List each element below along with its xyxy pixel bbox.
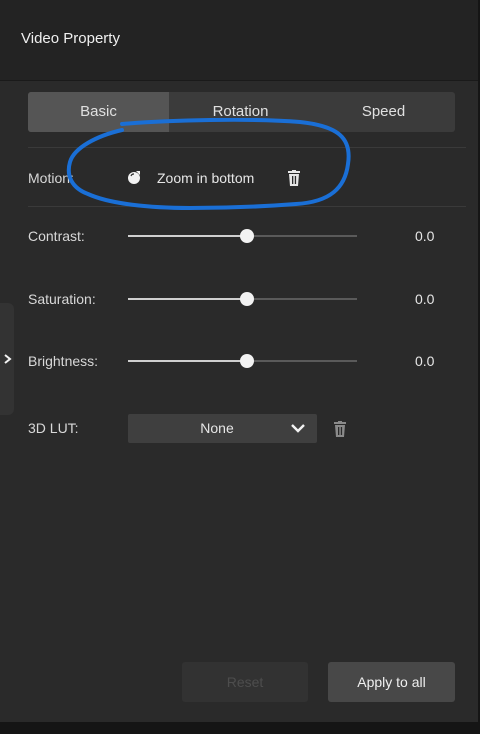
slider-fill [128, 298, 243, 300]
brightness-slider[interactable] [128, 354, 357, 368]
slider-fill [128, 235, 243, 237]
contrast-slider[interactable] [128, 229, 357, 243]
lut-selected-value: None [200, 420, 234, 436]
saturation-slider[interactable] [128, 292, 357, 306]
chevron-right-icon [4, 354, 12, 364]
title-bar: Video Property [0, 0, 478, 81]
slider-fill [128, 360, 243, 362]
slider-thumb[interactable] [239, 229, 254, 243]
panel-title: Video Property [21, 30, 120, 47]
brightness-value: 0.0 [415, 353, 435, 369]
contrast-value: 0.0 [415, 228, 435, 244]
saturation-label: Saturation: [28, 291, 96, 307]
slider-thumb[interactable] [239, 292, 254, 306]
reset-button[interactable]: Reset [182, 662, 308, 702]
slider-thumb[interactable] [239, 354, 254, 368]
delete-lut-trash-icon[interactable] [333, 421, 347, 437]
contrast-label: Contrast: [28, 228, 85, 244]
saturation-value: 0.0 [415, 291, 435, 307]
chevron-down-icon [291, 424, 305, 433]
apply-to-all-button[interactable]: Apply to all [328, 662, 455, 702]
video-property-panel: Video Property Basic Rotation Speed Moti… [0, 0, 478, 722]
lut-dropdown[interactable]: None [128, 414, 317, 443]
lut-label: 3D LUT: [28, 420, 79, 436]
annotation-circle-marking [66, 118, 351, 211]
brightness-label: Brightness: [28, 353, 99, 369]
